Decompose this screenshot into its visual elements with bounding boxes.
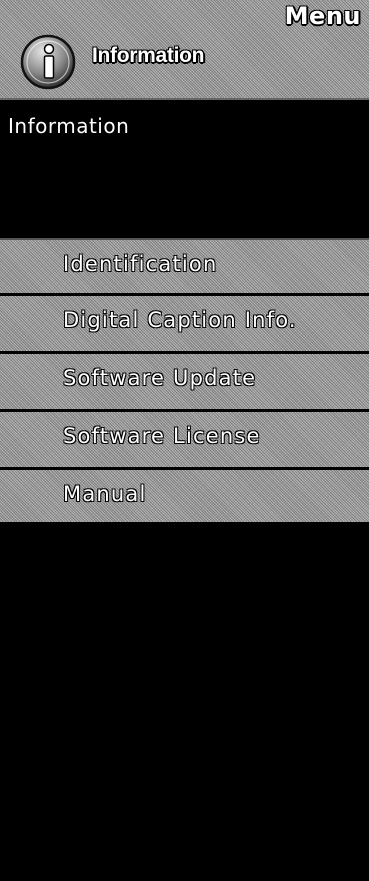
- tv-menu-screen: Menu Information Information Identificat…: [0, 0, 369, 881]
- menu-item-label: Digital Caption Info.: [63, 308, 297, 332]
- menu-item-software-license[interactable]: Software License: [0, 412, 369, 467]
- menu-header: Menu Information: [0, 0, 369, 100]
- menu-list: Identification Digital Caption Info. Sof…: [0, 238, 369, 525]
- menu-item-label: Software License: [63, 424, 261, 448]
- menu-label: Menu: [284, 2, 361, 30]
- menu-item-manual[interactable]: Manual: [0, 470, 369, 522]
- header-title: Information: [92, 44, 205, 67]
- menu-item-label: Identification: [63, 252, 218, 276]
- menu-item-software-update[interactable]: Software Update: [0, 354, 369, 409]
- section-label: Information: [8, 114, 130, 138]
- menu-item-identification[interactable]: Identification: [0, 238, 369, 293]
- info-icon: [20, 34, 76, 90]
- menu-item-digital-caption-info[interactable]: Digital Caption Info.: [0, 296, 369, 351]
- menu-item-label: Manual: [63, 482, 147, 506]
- menu-item-label: Software Update: [63, 366, 257, 390]
